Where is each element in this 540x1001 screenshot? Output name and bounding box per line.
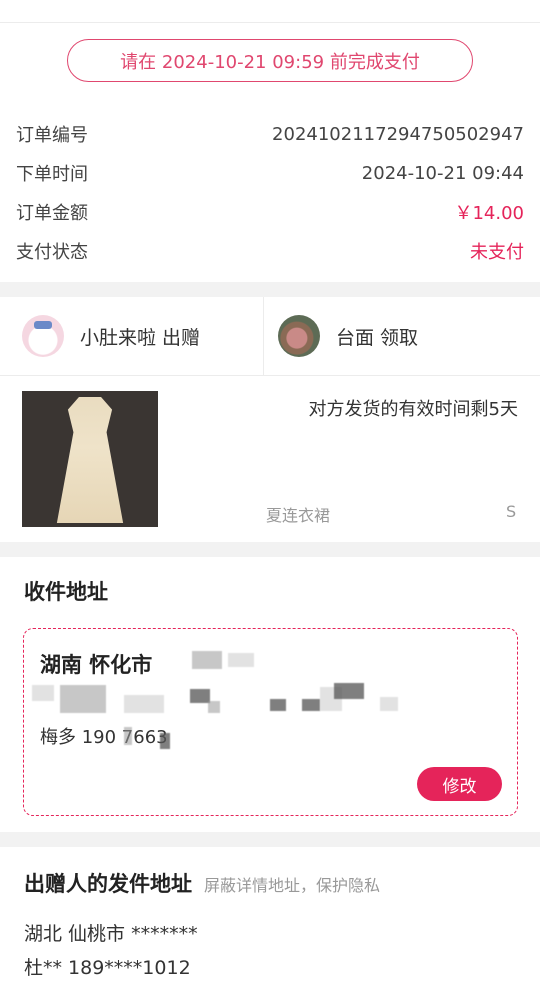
ship-time-note: 对方发货的有效时间剩5天 bbox=[308, 399, 518, 420]
sender-address-contact: 杜** 189****1012 bbox=[24, 957, 191, 979]
product-name: 夏连衣裙 bbox=[266, 506, 331, 525]
privacy-mosaic bbox=[192, 651, 222, 669]
order-number-label: 订单编号 bbox=[16, 125, 88, 146]
privacy-mosaic bbox=[190, 689, 210, 703]
order-amount-row: 订单金额 ￥14.00 bbox=[16, 197, 524, 227]
order-time-label: 下单时间 bbox=[16, 164, 88, 185]
privacy-mosaic bbox=[32, 685, 54, 701]
hello-kitty-avatar-icon bbox=[22, 315, 64, 357]
privacy-mosaic bbox=[270, 699, 286, 711]
receiver-party[interactable]: 台面 领取 bbox=[264, 297, 540, 375]
payment-deadline-banner: 请在 2024-10-21 09:59 前完成支付 bbox=[67, 39, 473, 82]
dress-picture bbox=[56, 397, 124, 523]
privacy-mosaic bbox=[60, 685, 106, 713]
pig-doll-avatar-icon bbox=[278, 315, 320, 357]
party-bottom-divider bbox=[0, 375, 540, 376]
privacy-mosaic bbox=[160, 733, 170, 749]
section-gap bbox=[0, 282, 540, 297]
privacy-mosaic bbox=[302, 699, 320, 711]
payment-status-value: 未支付 bbox=[470, 242, 524, 263]
order-number-value: 20241021172947505029​47 bbox=[272, 123, 524, 145]
product-image[interactable] bbox=[22, 391, 158, 527]
order-number-row: 订单编号 20241021172947505029​47 bbox=[16, 119, 524, 149]
giver-name: 小肚来啦 出赠 bbox=[80, 326, 201, 349]
order-time-row: 下单时间 2024-10-21 09:44 bbox=[16, 158, 524, 188]
receiving-address-title: 收件地址 bbox=[24, 580, 108, 604]
receiver-name: 台面 领取 bbox=[336, 326, 419, 349]
order-amount-label: 订单金额 bbox=[16, 203, 88, 224]
order-amount-value: ￥14.00 bbox=[454, 203, 524, 224]
sender-address-region: 湖北 仙桃市 ******* bbox=[24, 923, 198, 945]
product-size: S bbox=[506, 502, 517, 521]
sender-address-title-text: 出赠人的发件地址 bbox=[24, 872, 192, 896]
payment-status-label: 支付状态 bbox=[16, 242, 88, 263]
receiving-address-region: 湖南 怀化市 bbox=[40, 653, 153, 677]
deadline-text: 请在 2024-10-21 09:59 前完成支付 bbox=[120, 51, 420, 73]
order-time-value: 2024-10-21 09:44 bbox=[361, 162, 524, 184]
sender-address-subtitle: 屏蔽详情地址，保护隐私 bbox=[204, 876, 381, 895]
top-divider bbox=[0, 22, 540, 23]
edit-address-button[interactable]: 修改 bbox=[417, 767, 502, 801]
privacy-mosaic bbox=[380, 697, 398, 711]
privacy-mosaic bbox=[334, 683, 364, 699]
privacy-mosaic bbox=[208, 701, 220, 713]
section-gap bbox=[0, 832, 540, 847]
receiving-address-card[interactable]: 湖南 怀化市 梅多 190 7663 修改 bbox=[23, 628, 518, 816]
payment-status-row: 支付状态 未支付 bbox=[16, 236, 524, 266]
receiving-address-contact: 梅多 190 7663 bbox=[40, 727, 168, 748]
privacy-mosaic bbox=[124, 727, 132, 745]
privacy-mosaic bbox=[228, 653, 254, 667]
giver-party[interactable]: 小肚来啦 出赠 bbox=[0, 297, 263, 375]
sender-address-title: 出赠人的发件地址 屏蔽详情地址，保护隐私 bbox=[24, 868, 380, 898]
privacy-mosaic bbox=[124, 695, 164, 713]
section-gap bbox=[0, 542, 540, 557]
